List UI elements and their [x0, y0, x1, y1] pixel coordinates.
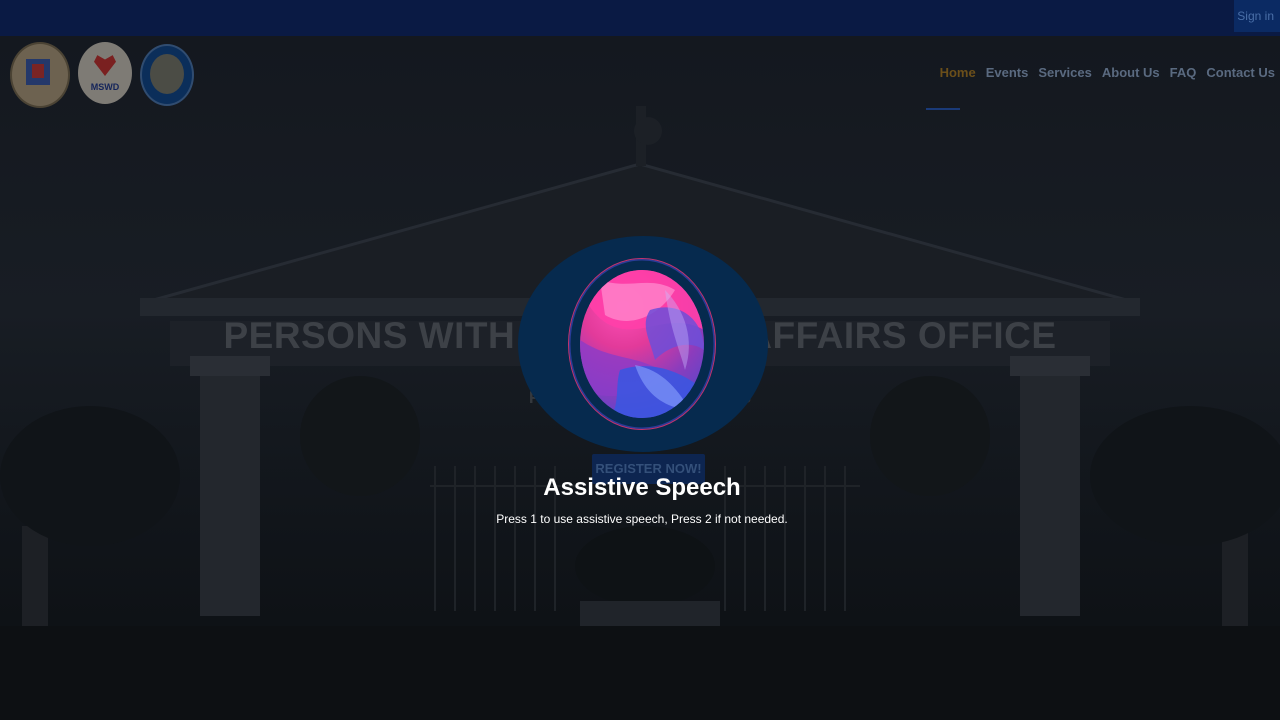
nav-services[interactable]: Services — [1033, 62, 1097, 84]
heart-icon — [94, 55, 116, 76]
nav-events[interactable]: Events — [981, 62, 1034, 84]
nav-faq[interactable]: FAQ — [1165, 62, 1202, 84]
city-seal-logo[interactable] — [10, 42, 70, 108]
assistive-speech-title: Assistive Speech — [543, 474, 741, 501]
sign-in-link[interactable]: Sign in — [1234, 0, 1280, 32]
orb-art — [580, 270, 704, 418]
mswd-logo-text: MSWD — [90, 82, 120, 92]
page: Sign in MSWD Home Events Services About … — [0, 0, 1280, 720]
top-bar: Sign in — [0, 0, 1280, 36]
assistive-speech-description: Press 1 to use assistive speech, Press 2… — [496, 512, 788, 526]
header-logos: MSWD — [10, 42, 194, 108]
active-nav-indicator — [926, 108, 960, 110]
main-nav: Home Events Services About Us FAQ Contac… — [935, 62, 1280, 84]
assistive-speech-orb-icon[interactable] — [580, 270, 704, 418]
pwd-logo[interactable] — [140, 44, 194, 106]
nav-about-us[interactable]: About Us — [1097, 62, 1165, 84]
nav-home[interactable]: Home — [935, 62, 981, 84]
mswd-logo[interactable]: MSWD — [78, 42, 132, 104]
nav-contact-us[interactable]: Contact Us — [1201, 62, 1280, 84]
seal-emblem-icon — [32, 64, 44, 78]
wheelchair-icon — [150, 54, 184, 94]
